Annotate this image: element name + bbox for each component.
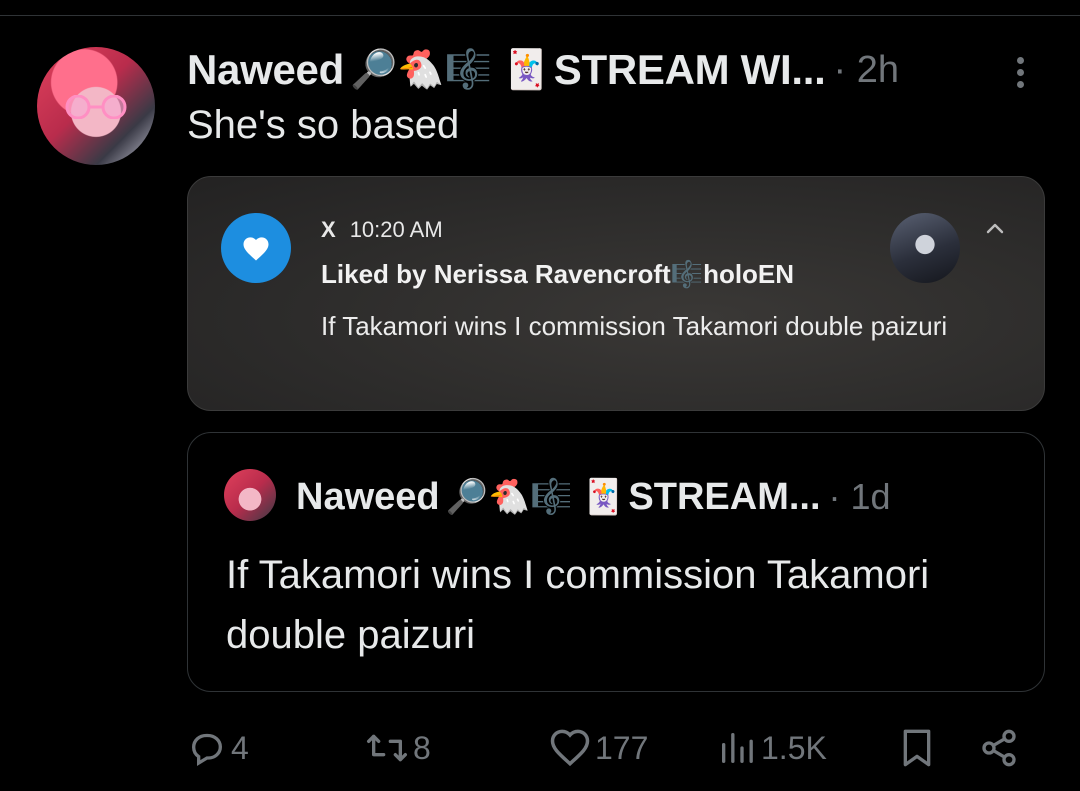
quoted-tweet[interactable]: Naweed 🔎🐔🎼 🃏 STREAM... · 1d If Takamori … <box>187 432 1045 692</box>
notification-screenshot[interactable]: X 10:20 AM Liked by Nerissa Ravencroft🎼h… <box>187 176 1045 411</box>
notification-time: 10:20 AM <box>349 217 443 242</box>
author-emojis: 🔎🐔🎼 🃏 <box>349 49 550 91</box>
quoted-author-emojis: 🔎🐔🎼 🃏 <box>445 478 625 516</box>
reply-count: 4 <box>231 729 249 766</box>
like-button[interactable]: 177 <box>549 726 648 770</box>
bookmark-button[interactable] <box>899 726 935 770</box>
quoted-tweet-header: Naweed 🔎🐔🎼 🃏 STREAM... · 1d <box>296 471 891 523</box>
more-vertical-icon[interactable] <box>1010 52 1030 92</box>
heart-icon <box>221 213 291 283</box>
like-icon <box>550 729 590 767</box>
repost-icon <box>366 734 407 762</box>
views-icon <box>722 733 753 763</box>
author-avatar[interactable] <box>37 47 155 165</box>
author-name[interactable]: Naweed <box>187 46 344 94</box>
notification-body: If Takamori wins I commission Takamori d… <box>321 311 948 341</box>
quoted-author-name-suffix[interactable]: STREAM... <box>628 476 820 519</box>
notification-app-row: X 10:20 AM <box>321 217 443 243</box>
share-icon <box>982 729 1016 767</box>
like-count: 177 <box>595 729 649 766</box>
views-count: 1.5K <box>761 729 827 766</box>
views-button[interactable]: 1.5K <box>717 726 827 770</box>
top-divider <box>0 15 1080 16</box>
repost-count: 8 <box>413 729 431 766</box>
reply-button[interactable]: 4 <box>187 726 249 770</box>
notification-app-name: X <box>321 217 336 242</box>
tweet-header: Naweed 🔎🐔🎼 🃏 STREAM WI... · 2h <box>187 42 899 98</box>
repost-button[interactable]: 8 <box>365 726 431 770</box>
quoted-tweet-time[interactable]: · 1d <box>829 476 891 518</box>
share-button[interactable] <box>979 726 1019 770</box>
tweet-text: She's so based <box>187 103 460 147</box>
reply-icon <box>191 733 223 766</box>
notification-title: Liked by Nerissa Ravencroft🎼holoEN <box>321 259 795 289</box>
quoted-author-avatar[interactable] <box>224 469 276 521</box>
chevron-up-icon[interactable] <box>985 221 1005 235</box>
notification-avatar <box>890 213 960 283</box>
quoted-author-name[interactable]: Naweed <box>296 476 440 519</box>
bookmark-icon <box>903 729 931 767</box>
action-bar: 4 8 177 1.5K <box>187 726 1027 770</box>
tweet-time[interactable]: · 2h <box>833 49 898 92</box>
author-name-suffix[interactable]: STREAM WI... <box>554 46 826 94</box>
glasses-graphic <box>65 95 127 119</box>
quoted-tweet-text: If Takamori wins I commission Takamori d… <box>226 553 930 657</box>
